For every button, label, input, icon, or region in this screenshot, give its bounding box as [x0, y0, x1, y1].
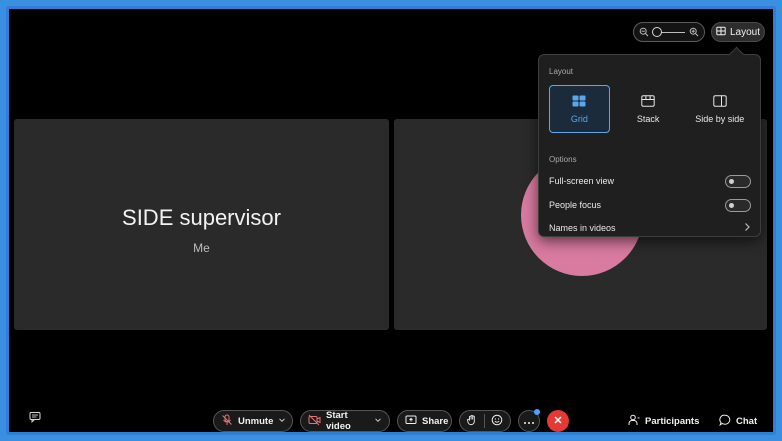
microphone-muted-icon	[221, 414, 233, 429]
participants-label: Participants	[645, 416, 700, 427]
layout-menu-heading: Layout	[549, 67, 574, 76]
self-video-tile[interactable]: SIDE supervisor Me	[14, 119, 389, 330]
close-icon	[553, 412, 563, 430]
share-button[interactable]: Share	[397, 410, 452, 432]
captions-button[interactable]	[27, 411, 43, 427]
chat-icon	[719, 414, 731, 429]
meeting-window: Layout SIDE supervisor Me Layout Grid St…	[6, 6, 776, 435]
meeting-stage: Layout SIDE supervisor Me Layout Grid St…	[9, 9, 773, 432]
zoom-track[interactable]	[652, 26, 686, 38]
zoom-knob[interactable]	[652, 27, 662, 37]
layout-icon	[716, 26, 726, 39]
layout-menu: Layout Grid Stack Side by side Options F…	[538, 54, 761, 237]
stack-icon	[641, 94, 655, 109]
layout-option-label: Stack	[636, 113, 660, 124]
full-screen-view-toggle[interactable]	[725, 174, 751, 188]
side-by-side-icon	[713, 94, 727, 109]
share-screen-icon	[405, 414, 417, 429]
participants-icon	[628, 414, 640, 429]
chat-button[interactable]: Chat	[719, 414, 757, 429]
camera-off-icon	[308, 414, 321, 429]
people-focus-row[interactable]: People focus	[549, 196, 751, 214]
more-options-button[interactable]	[518, 409, 540, 432]
names-in-videos-row[interactable]: Names in videos	[549, 219, 751, 237]
layout-option-label: Side by side	[695, 113, 745, 124]
participant-subtitle: Me	[193, 241, 210, 255]
layout-options: Grid Stack Side by side	[549, 85, 753, 133]
raise-hand-icon[interactable]	[466, 414, 478, 429]
option-label: People focus	[549, 200, 602, 210]
grid-icon	[572, 95, 586, 109]
divider	[484, 414, 485, 428]
notification-dot	[534, 409, 540, 415]
layout-option-grid[interactable]: Grid	[549, 85, 610, 133]
zoom-out-icon[interactable]	[638, 26, 650, 38]
layout-button[interactable]: Layout	[711, 22, 765, 42]
message-icon	[29, 410, 41, 428]
hand-reactions-group	[459, 410, 511, 432]
layout-option-side-by-side[interactable]: Side by side	[686, 85, 753, 133]
zoom-in-icon[interactable]	[688, 26, 700, 38]
unmute-label: Unmute	[238, 415, 274, 427]
start-video-button[interactable]: Start video	[300, 410, 390, 432]
layout-button-label: Layout	[729, 26, 761, 38]
emoji-reaction-icon[interactable]	[491, 414, 503, 429]
people-focus-toggle[interactable]	[725, 198, 751, 212]
layout-option-stack[interactable]: Stack	[618, 85, 679, 133]
options-heading: Options	[549, 155, 577, 164]
chevron-down-icon[interactable]	[374, 416, 382, 427]
leave-meeting-button[interactable]	[547, 410, 569, 432]
unmute-button[interactable]: Unmute	[213, 410, 293, 432]
participants-button[interactable]: Participants	[628, 414, 699, 429]
share-label: Share	[422, 415, 449, 427]
option-label: Full-screen view	[549, 176, 615, 186]
full-screen-view-row[interactable]: Full-screen view	[549, 172, 751, 190]
layout-option-label: Grid	[570, 113, 588, 124]
option-label: Names in videos	[549, 223, 616, 233]
chat-label: Chat	[736, 416, 758, 427]
start-video-label: Start video	[326, 410, 351, 432]
participant-name: SIDE supervisor	[122, 205, 281, 230]
more-icon	[523, 412, 535, 430]
chevron-right-icon	[743, 222, 751, 234]
chevron-down-icon[interactable]	[278, 416, 286, 427]
zoom-slider[interactable]	[633, 22, 705, 42]
